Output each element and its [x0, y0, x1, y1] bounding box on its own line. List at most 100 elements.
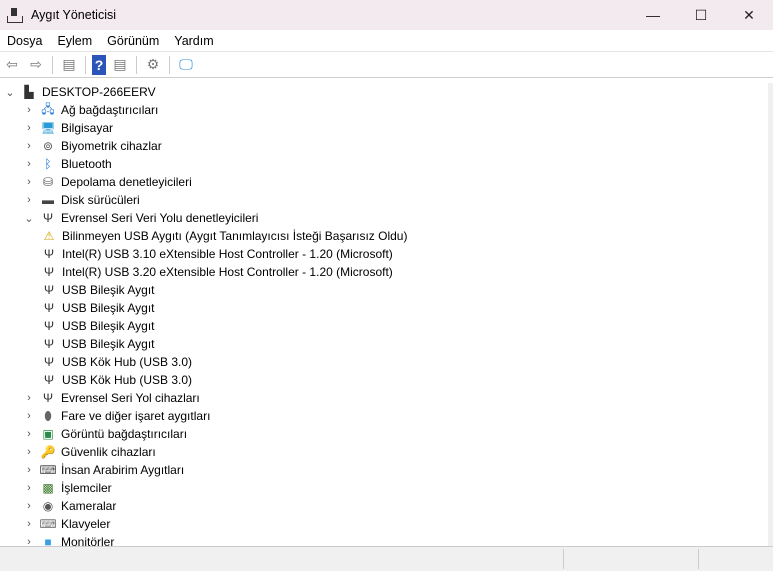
toolbar-separator — [85, 55, 86, 74]
back-icon[interactable]: ⇦ — [2, 55, 22, 75]
tree-item-label: Görüntü bağdaştırıcıları — [61, 427, 188, 441]
chevron-right-icon[interactable]: › — [23, 500, 35, 512]
tree-item[interactable]: › ▣ Görüntü bağdaştırıcıları — [0, 425, 768, 443]
chevron-right-icon[interactable]: › — [23, 536, 35, 546]
tree-item[interactable]: › ▬ Disk sürücüleri — [0, 191, 768, 209]
chevron-right-icon[interactable]: › — [23, 140, 35, 152]
status-divider — [698, 549, 699, 569]
computer-icon: 🖥 — [40, 121, 56, 135]
tree-item-label: İnsan Arabirim Aygıtları — [61, 463, 185, 477]
usb-icon: Ψ — [43, 283, 55, 297]
chevron-right-icon[interactable]: › — [23, 176, 35, 188]
usb-icon: Ψ — [43, 265, 55, 279]
tree-item-label: USB Bileşik Aygıt — [62, 283, 155, 297]
computer-root-icon: ▙ — [24, 85, 34, 99]
keyboard-icon: ⌨ — [39, 517, 57, 531]
title-bar: Aygıt Yöneticisi — ☐ ✕ — [0, 0, 773, 30]
tree-item[interactable]: › ᛒ Bluetooth — [0, 155, 768, 173]
tree-item[interactable]: › ⌨ İnsan Arabirim Aygıtları — [0, 461, 768, 479]
close-button[interactable]: ✕ — [725, 0, 773, 30]
action-pane-icon[interactable]: ▤ — [110, 55, 130, 75]
tree-item-label: Fare ve diğer işaret aygıtları — [61, 409, 211, 423]
tree-item[interactable]: › ⌨ Klavyeler — [0, 515, 768, 533]
tree-item-label: Monitörler — [61, 535, 115, 546]
disk-drive-icon: ▬ — [42, 193, 54, 207]
tree-item[interactable]: › ⛁ Depolama denetleyicileri — [0, 173, 768, 191]
chevron-right-icon[interactable]: › — [23, 428, 35, 440]
usb-icon: Ψ — [43, 373, 55, 387]
tree-item[interactable]: › ⬮ Fare ve diğer işaret aygıtları — [0, 407, 768, 425]
minimize-button[interactable]: — — [629, 0, 677, 30]
warning-icon: ⚠ — [43, 229, 55, 243]
tree-item[interactable]: › 🔑 Güvenlik cihazları — [0, 443, 768, 461]
chevron-down-icon[interactable]: ⌄ — [23, 212, 35, 225]
tree-root[interactable]: ⌄ ▙ DESKTOP-266EERV — [0, 83, 768, 101]
tree-item[interactable]: ⌄ Ψ Evrensel Seri Veri Yolu denetleyiciler… — [0, 209, 768, 227]
tree-item[interactable]: › ⊚ Biyometrik cihazlar — [0, 137, 768, 155]
scan-hardware-icon[interactable]: 🖵 — [176, 55, 196, 75]
chevron-right-icon[interactable]: › — [23, 122, 35, 134]
usb-icon: Ψ — [42, 211, 54, 225]
tree-item[interactable]: › ▩ İşlemciler — [0, 479, 768, 497]
help-icon[interactable]: ? — [92, 54, 106, 75]
network-icon: 🖧 — [41, 101, 55, 116]
chevron-right-icon[interactable]: › — [23, 104, 35, 116]
tree-item-label: USB Bileşik Aygıt — [62, 319, 155, 333]
tree-item-label: Bluetooth — [61, 157, 112, 171]
tree-item[interactable]: Ψ USB Bileşik Aygıt — [0, 299, 768, 317]
tree-item[interactable]: Ψ Intel(R) USB 3.10 eXtensible Host Contr… — [0, 245, 768, 263]
processor-icon: ▩ — [42, 481, 54, 495]
usb-icon: Ψ — [43, 319, 55, 333]
menu-yardim[interactable]: Yardım — [167, 34, 221, 48]
tree-item[interactable]: › 🖧 Ağ bağdaştırıcıları — [0, 101, 768, 119]
security-device-icon: 🔑 — [40, 445, 56, 459]
tree-item[interactable]: Ψ USB Kök Hub (USB 3.0) — [0, 353, 768, 371]
tree-item-label: Evrensel Seri Veri Yolu denetleyicileri — [61, 211, 259, 225]
hid-icon: ⌨ — [39, 463, 57, 477]
tree-item[interactable]: ⚠ Bilinmeyen USB Aygıtı (Aygıt Tanımlayıc… — [0, 227, 768, 245]
chevron-right-icon[interactable]: › — [23, 194, 35, 206]
update-driver-icon[interactable]: ⚙ — [143, 55, 163, 75]
window-title: Aygıt Yöneticisi — [31, 8, 117, 22]
tree-item[interactable]: Ψ USB Kök Hub (USB 3.0) — [0, 371, 768, 389]
tree-item[interactable]: Ψ USB Bileşik Aygıt — [0, 317, 768, 335]
chevron-right-icon[interactable]: › — [23, 446, 35, 458]
tree-item-label: Güvenlik cihazları — [61, 445, 156, 459]
chevron-right-icon[interactable]: › — [23, 392, 35, 404]
chevron-right-icon[interactable]: › — [23, 158, 35, 170]
toolbar-separator — [169, 55, 170, 74]
forward-icon[interactable]: ⇨ — [26, 55, 46, 75]
usb-icon: Ψ — [43, 355, 55, 369]
tree-item[interactable]: › Ψ Evrensel Seri Yol cihazları — [0, 389, 768, 407]
chevron-right-icon[interactable]: › — [23, 518, 35, 530]
tree-item-label: Intel(R) USB 3.10 eXtensible Host Contro… — [62, 247, 393, 261]
tree-item[interactable]: Ψ USB Bileşik Aygıt — [0, 335, 768, 353]
menu-gorunum[interactable]: Görünüm — [100, 34, 167, 48]
chevron-right-icon[interactable]: › — [23, 410, 35, 422]
show-hide-console-tree-icon[interactable]: ▤ — [59, 55, 79, 75]
tree-item[interactable]: › ■ Monitörler — [0, 533, 768, 546]
usb-icon: Ψ — [43, 301, 55, 315]
chevron-down-icon[interactable]: ⌄ — [4, 86, 16, 99]
tree-item-label: USB Kök Hub (USB 3.0) — [62, 373, 193, 387]
tree-item-label: Disk sürücüleri — [61, 193, 140, 207]
maximize-button[interactable]: ☐ — [677, 0, 725, 30]
tree-item[interactable]: › ◉ Kameralar — [0, 497, 768, 515]
tree-item-label: USB Bileşik Aygıt — [62, 301, 155, 315]
menu-eylem[interactable]: Eylem — [50, 34, 100, 48]
vertical-scrollbar[interactable] — [768, 83, 773, 546]
usb-icon: Ψ — [42, 391, 54, 405]
tree-item[interactable]: Ψ USB Bileşik Aygıt — [0, 281, 768, 299]
tree-item-label: Depolama denetleyicileri — [61, 175, 192, 189]
menu-dosya[interactable]: Dosya — [0, 34, 50, 48]
tree-item[interactable]: › 🖥 Bilgisayar — [0, 119, 768, 137]
usb-icon: Ψ — [43, 337, 55, 351]
chevron-right-icon[interactable]: › — [23, 464, 35, 476]
device-tree: ⌄ ▙ DESKTOP-266EERV › 🖧 Ağ bağdaştırıcılar… — [0, 83, 768, 546]
tree-item[interactable]: Ψ Intel(R) USB 3.20 eXtensible Host Contr… — [0, 263, 768, 281]
chevron-right-icon[interactable]: › — [23, 482, 35, 494]
status-divider — [563, 549, 564, 569]
tree-item-label: Bilgisayar — [61, 121, 114, 135]
tree-root-label: DESKTOP-266EERV — [42, 85, 156, 99]
bluetooth-icon: ᛒ — [44, 157, 52, 171]
